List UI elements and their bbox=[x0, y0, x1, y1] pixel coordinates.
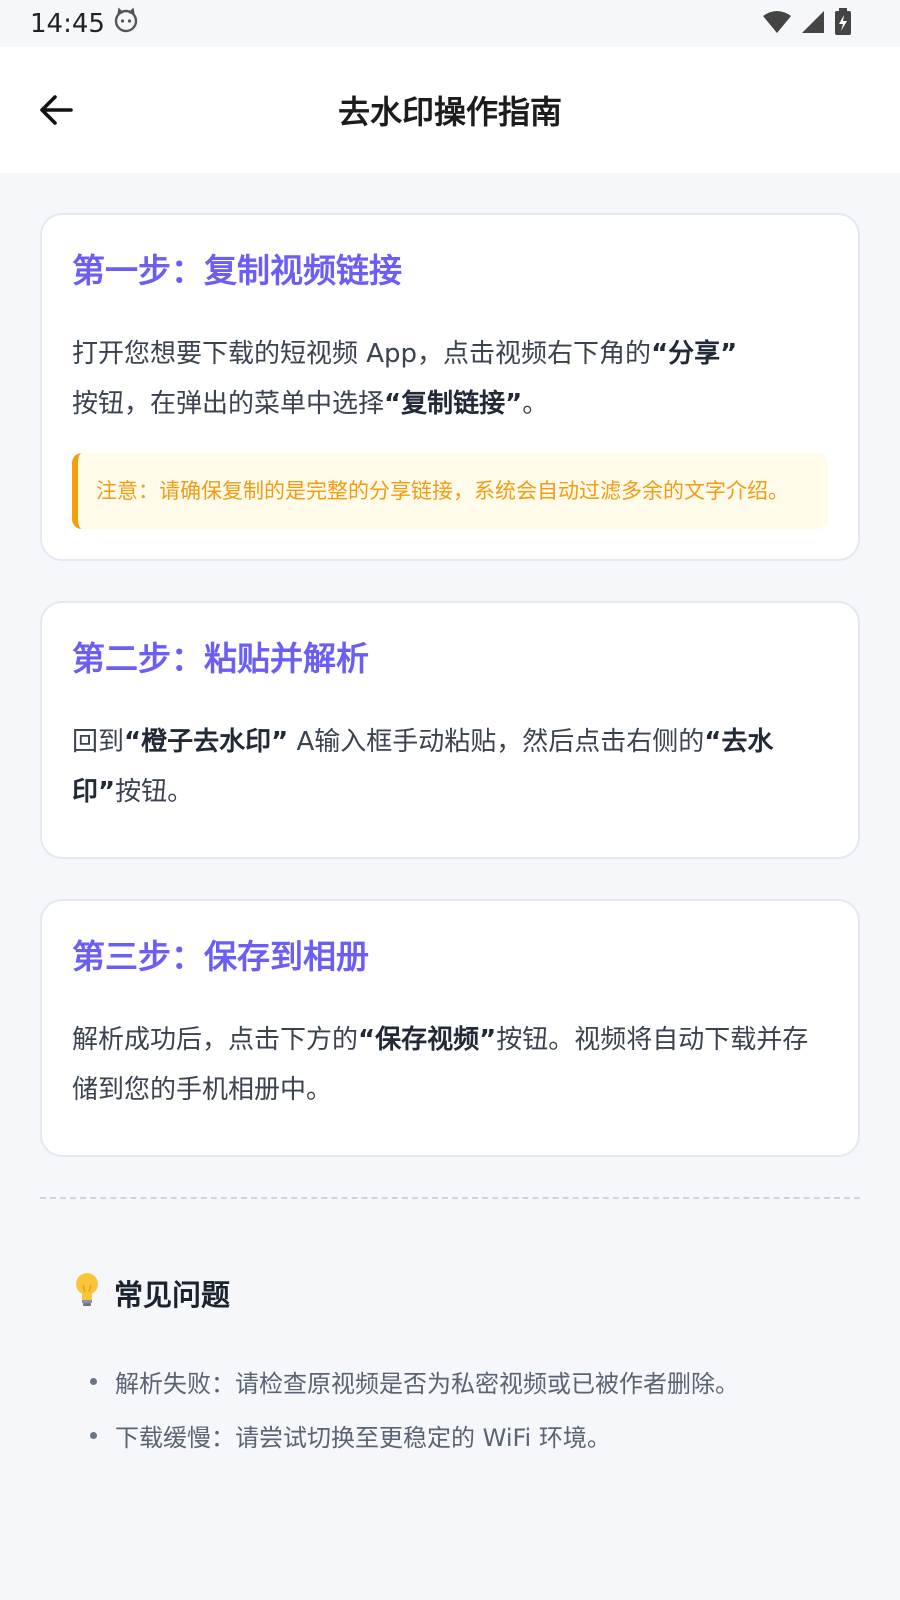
battery-charging-icon bbox=[834, 7, 852, 40]
highlight-copy-link: “复制链接” bbox=[384, 389, 523, 419]
step-text-part: 解析成功后，点击下方的 bbox=[72, 1025, 359, 1055]
back-button[interactable] bbox=[34, 88, 78, 132]
step-text-part: A输入框手动粘贴，然后点击右侧的 bbox=[288, 727, 705, 757]
status-left: 14:45 bbox=[30, 7, 139, 40]
faq-list: 解析失败：请检查原视频是否为私密视频或已被作者删除。 下载缓慢：请尝试切换至更稳… bbox=[72, 1354, 828, 1462]
status-right bbox=[762, 7, 852, 40]
step-card-2: 第二步：粘贴并解析 回到“橙子去水印” A输入框手动粘贴，然后点击右侧的“去水印… bbox=[40, 601, 860, 859]
note-box: 注意：请确保复制的是完整的分享链接，系统会自动过滤多余的文字介绍。 bbox=[72, 453, 828, 529]
faq-title: 常见问题 bbox=[114, 1277, 231, 1312]
page-title: 去水印操作指南 bbox=[337, 93, 562, 131]
highlight-app-name: “橙子去水印” bbox=[124, 727, 289, 757]
faq-item-text: 下载缓慢：请尝试切换至更稳定的 WiFi 环境。 bbox=[115, 1423, 611, 1452]
guide-content: 第一步：复制视频链接 打开您想要下载的短视频 App，点击视频右下角的“分享” 按… bbox=[0, 173, 900, 1462]
highlight-share: “分享” bbox=[651, 339, 738, 369]
step-text-part: 打开您想要下载的短视频 App，点击视频右下角的 bbox=[72, 339, 652, 369]
highlight-save-video: “保存视频” bbox=[358, 1025, 497, 1055]
signal-icon bbox=[800, 10, 826, 38]
step-text-part: 。 bbox=[522, 389, 549, 419]
faq-heading: 常见问题 bbox=[72, 1271, 828, 1314]
step-description: 打开您想要下载的短视频 App，点击视频右下角的“分享” 按钮，在弹出的菜单中选择… bbox=[72, 329, 828, 429]
step-card-1: 第一步：复制视频链接 打开您想要下载的短视频 App，点击视频右下角的“分享” 按… bbox=[40, 213, 860, 561]
step-description: 回到“橙子去水印” A输入框手动粘贴，然后点击右侧的“去水印”按钮。 bbox=[72, 717, 828, 817]
wifi-icon bbox=[762, 10, 792, 38]
faq-item: 解析失败：请检查原视频是否为私密视频或已被作者删除。 bbox=[90, 1354, 828, 1408]
step-text-part: 回到 bbox=[72, 727, 125, 757]
step-card-3: 第三步：保存到相册 解析成功后，点击下方的“保存视频”按钮。视频将自动下载并存储… bbox=[40, 899, 860, 1157]
faq-section: 常见问题 解析失败：请检查原视频是否为私密视频或已被作者删除。 下载缓慢：请尝试… bbox=[40, 1199, 860, 1462]
step-description: 解析成功后，点击下方的“保存视频”按钮。视频将自动下载并存储到您的手机相册中。 bbox=[72, 1015, 828, 1115]
arrow-left-icon bbox=[40, 95, 73, 125]
cat-face-icon bbox=[113, 7, 139, 40]
step-text-part: 按钮。 bbox=[115, 777, 194, 807]
app-bar: 去水印操作指南 bbox=[0, 47, 900, 173]
bullet bbox=[90, 1377, 97, 1385]
bullet bbox=[90, 1431, 97, 1439]
status-bar: 14:45 bbox=[0, 0, 900, 47]
status-time: 14:45 bbox=[30, 8, 105, 39]
step-title: 第二步：粘贴并解析 bbox=[72, 639, 369, 678]
step-text-part: 按钮，在弹出的菜单中选择 bbox=[72, 389, 385, 419]
faq-item-text: 解析失败：请检查原视频是否为私密视频或已被作者删除。 bbox=[115, 1369, 739, 1398]
step-title: 第三步：保存到相册 bbox=[72, 937, 369, 976]
faq-item: 下载缓慢：请尝试切换至更稳定的 WiFi 环境。 bbox=[90, 1408, 828, 1462]
lightbulb-icon bbox=[72, 1271, 102, 1314]
step-title: 第一步：复制视频链接 bbox=[72, 251, 402, 290]
